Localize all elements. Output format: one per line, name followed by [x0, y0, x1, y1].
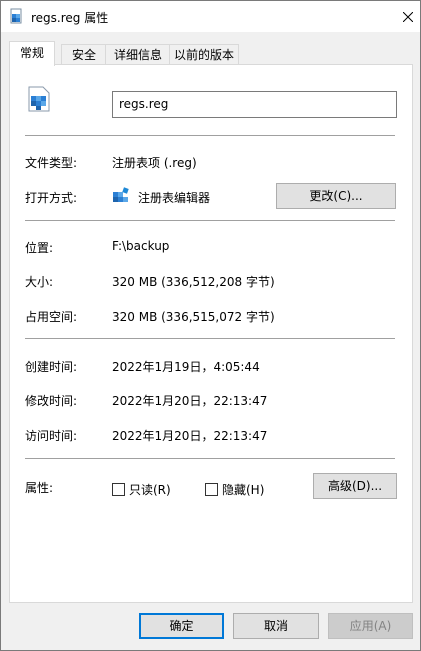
close-button[interactable] — [396, 1, 420, 32]
advanced-button[interactable]: 高级(D)... — [313, 473, 397, 499]
tab-details[interactable]: 详细信息 — [105, 44, 171, 65]
size-on-disk-value: 320 MB (336,515,072 字节) — [112, 310, 275, 324]
close-icon — [403, 11, 413, 22]
size-on-disk-label: 占用空间: — [25, 310, 78, 324]
modified-value: 2022年1月20日，22:13:47 — [112, 394, 268, 408]
regedit-icon — [112, 187, 130, 205]
title-bar: regs.reg 属性 — [1, 1, 420, 32]
divider — [25, 135, 395, 136]
location-label: 位置: — [25, 241, 54, 255]
filename-field[interactable]: regs.reg — [112, 91, 397, 118]
divider — [25, 338, 395, 339]
accessed-label: 访问时间: — [25, 429, 78, 443]
properties-window: regs.reg 属性 常规 安全 详细信息 以前的版本 regs.reg 文件… — [0, 0, 421, 651]
tab-general[interactable]: 常规 — [9, 41, 55, 66]
cancel-button[interactable]: 取消 — [233, 613, 319, 639]
created-label: 创建时间: — [25, 360, 78, 374]
checkbox-box[interactable] — [112, 483, 125, 496]
ok-button[interactable]: 确定 — [139, 613, 224, 639]
apply-button[interactable]: 应用(A) — [328, 613, 413, 639]
file-type-label: 文件类型: — [25, 156, 78, 170]
registry-file-icon — [9, 8, 25, 24]
tab-previous-versions[interactable]: 以前的版本 — [169, 44, 239, 65]
window-title: regs.reg 属性 — [31, 11, 109, 25]
modified-label: 修改时间: — [25, 394, 78, 408]
attributes-label: 属性: — [25, 481, 54, 495]
tab-security[interactable]: 安全 — [61, 44, 107, 65]
hidden-label: 隐藏(H) — [222, 483, 265, 497]
divider — [25, 220, 395, 221]
accessed-value: 2022年1月20日，22:13:47 — [112, 429, 268, 443]
file-type-value: 注册表项 (.reg) — [112, 156, 197, 170]
general-panel: regs.reg 文件类型: 注册表项 (.reg) 打开方式: 注册表编辑器 … — [9, 64, 413, 603]
opens-with-value: 注册表编辑器 — [138, 191, 211, 205]
created-value: 2022年1月19日，4:05:44 — [112, 360, 260, 374]
checkbox-box[interactable] — [205, 483, 218, 496]
hidden-checkbox[interactable]: 隐藏(H) — [205, 481, 264, 498]
location-value: F:\backup — [112, 239, 170, 253]
size-label: 大小: — [25, 275, 54, 289]
change-button[interactable]: 更改(C)... — [276, 183, 396, 209]
size-value: 320 MB (336,512,208 字节) — [112, 275, 275, 289]
readonly-label: 只读(R) — [129, 483, 171, 497]
divider — [25, 458, 395, 459]
opens-with-label: 打开方式: — [25, 191, 78, 205]
readonly-checkbox[interactable]: 只读(R) — [112, 481, 171, 498]
registry-file-icon — [25, 85, 53, 113]
